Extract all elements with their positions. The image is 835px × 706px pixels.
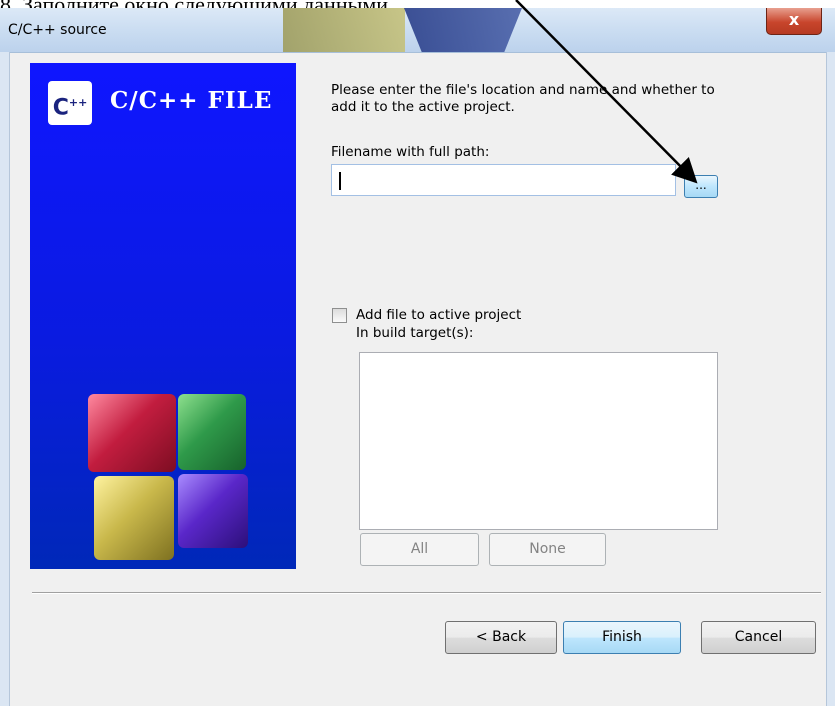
- filename-label: Filename with full path:: [331, 144, 490, 160]
- red-cube-icon: [88, 394, 176, 472]
- add-to-project-label[interactable]: Add file to active project: [356, 307, 521, 323]
- wizard-banner: C++ C/C++ FILE: [30, 63, 296, 569]
- window-frame-right: [826, 52, 835, 706]
- finish-button[interactable]: Finish: [563, 621, 681, 654]
- window-frame-left: [0, 52, 10, 706]
- select-all-button[interactable]: All: [360, 533, 479, 566]
- purple-cube-icon: [178, 474, 248, 548]
- add-to-project-checkbox[interactable]: [332, 308, 347, 323]
- browse-button[interactable]: ...: [684, 175, 718, 198]
- background-cube-blue: [404, 8, 522, 52]
- logo-plus: ++: [68, 96, 88, 109]
- text-caret: [339, 172, 341, 190]
- background-cube-yellow: [283, 8, 405, 52]
- yellow-cube-icon: [94, 476, 174, 560]
- select-none-button[interactable]: None: [489, 533, 606, 566]
- instructions-text: Please enter the file's location and nam…: [331, 82, 715, 115]
- logo-letter: C: [52, 95, 69, 121]
- back-button[interactable]: < Back: [445, 621, 557, 654]
- close-icon[interactable]: x: [766, 8, 822, 35]
- build-targets-list[interactable]: [359, 352, 718, 530]
- cpp-logo-icon: C++: [48, 81, 92, 125]
- filename-input[interactable]: [331, 164, 676, 196]
- build-targets-label: In build target(s):: [356, 325, 474, 341]
- footer-separator: [32, 592, 821, 594]
- window-title: C/C++ source: [8, 22, 107, 38]
- title-bar[interactable]: C/C++ source x: [0, 8, 835, 53]
- green-cube-icon: [178, 394, 246, 470]
- cancel-button[interactable]: Cancel: [701, 621, 816, 654]
- banner-title: C/C++ FILE: [110, 87, 273, 114]
